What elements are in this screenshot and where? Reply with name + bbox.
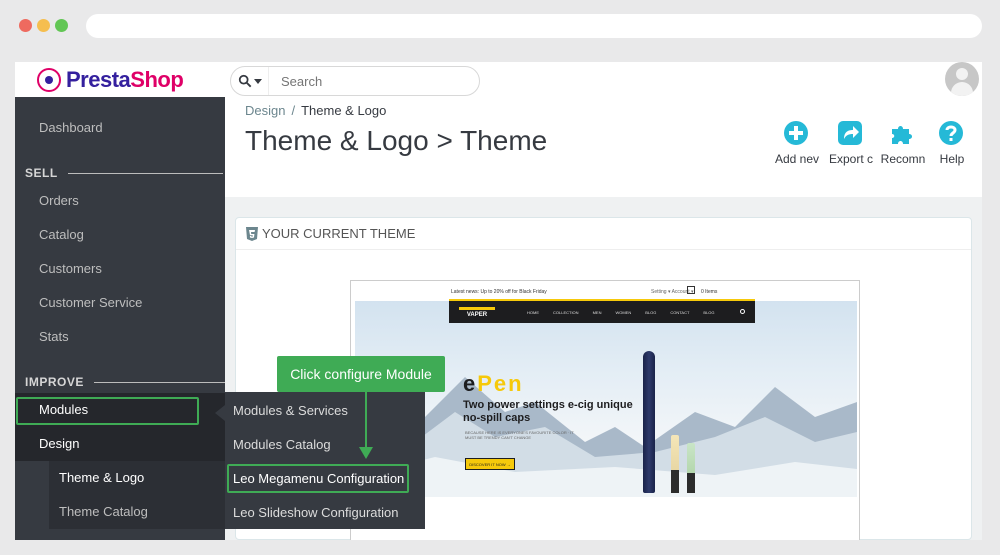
sidebar-subitem-theme-logo[interactable]: Theme & Logo	[49, 461, 225, 495]
maximize-window-button[interactable]	[55, 19, 68, 32]
preview-bottom-strip	[351, 497, 859, 540]
add-new-theme-button[interactable]: Add nev	[771, 120, 821, 166]
sidebar-item-catalog[interactable]: Catalog	[15, 218, 225, 252]
search-input[interactable]	[269, 73, 469, 89]
flyout-item-modules-services[interactable]: Modules & Services	[233, 403, 348, 418]
preview-logo: VAPER	[459, 307, 495, 319]
search-scope-button[interactable]	[231, 67, 269, 95]
sidebar-item-customer-service[interactable]: Customer Service	[15, 286, 225, 320]
sidebar-item-customers[interactable]: Customers	[15, 252, 225, 286]
chevron-down-icon	[253, 78, 262, 84]
recommended-modules-button[interactable]: Recomn	[877, 120, 927, 166]
pod-image	[687, 443, 695, 493]
plus-circle-icon	[784, 121, 808, 145]
breadcrumb: Design / Theme & Logo	[245, 103, 387, 118]
page-title: Theme & Logo > Theme	[245, 125, 548, 156]
cart-icon	[687, 286, 695, 294]
preview-topbar: Latest news: Up to 20% off for Black Fri…	[351, 281, 859, 301]
preview-cta-button: DISCOVER IT NOW →	[465, 458, 515, 470]
html5-icon	[246, 226, 258, 241]
puzzle-icon	[892, 126, 912, 144]
divider	[67, 172, 223, 174]
browser-chrome	[0, 0, 1000, 62]
help-icon	[939, 121, 963, 145]
preview-menu: HOME COLLECTION MEN WOMEN BLOG CONTACT B…	[527, 310, 715, 315]
panel-heading: YOUR CURRENT THEME	[236, 218, 971, 250]
callout-arrow-line	[365, 392, 367, 452]
breadcrumb-current: Theme & Logo	[301, 103, 387, 118]
puffin-logo-icon	[37, 68, 61, 92]
sidebar-item-stats[interactable]: Stats	[15, 320, 225, 354]
close-window-button[interactable]	[19, 19, 32, 32]
share-icon	[838, 121, 862, 145]
sidebar-subitem-theme-catalog[interactable]: Theme Catalog	[49, 495, 225, 529]
flyout-pointer	[215, 405, 225, 421]
help-button[interactable]: Help	[926, 120, 976, 166]
modules-flyout-menu: Modules & Services Modules Catalog Leo M…	[225, 392, 425, 529]
preview-brand: ePen	[463, 371, 524, 396]
preview-navbar: VAPER HOME COLLECTION MEN WOMEN BLOG CON…	[449, 299, 755, 323]
page-header: Design / Theme & Logo Theme & Logo > Theme…	[225, 97, 982, 197]
megamenu-highlight-box	[227, 464, 409, 493]
prestashop-logo[interactable]: PrestaShop	[37, 67, 184, 93]
preview-tagline: Two power settings e-cig unique no-spill…	[463, 399, 633, 424]
arrow-down-icon	[359, 447, 373, 459]
minimize-window-button[interactable]	[37, 19, 50, 32]
top-header: PrestaShop	[15, 62, 982, 97]
address-bar[interactable]	[86, 14, 982, 38]
sidebar: Dashboard SELL Orders Catalog Customers …	[15, 97, 249, 540]
export-theme-button[interactable]: Export c	[825, 120, 875, 166]
sidebar-section-sell: SELL	[25, 166, 223, 180]
sidebar-item-orders[interactable]: Orders	[15, 184, 225, 218]
search-icon	[238, 74, 251, 88]
flyout-item-leo-slideshow-configuration[interactable]: Leo Slideshow Configuration	[233, 505, 399, 520]
search-box	[230, 66, 480, 96]
theme-preview-image: Latest news: Up to 20% off for Black Fri…	[350, 280, 860, 540]
app-window: PrestaShop Dashboard SELL Orders Catalog…	[15, 62, 982, 540]
instruction-callout: Click configure Module	[277, 356, 445, 392]
flyout-item-modules-catalog[interactable]: Modules Catalog	[233, 437, 331, 452]
sidebar-item-design[interactable]: Design	[15, 427, 225, 461]
sidebar-item-dashboard[interactable]: Dashboard	[15, 111, 225, 145]
modules-highlight-box	[16, 397, 199, 425]
sidebar-section-improve: IMPROVE	[25, 375, 249, 389]
preview-subtext: BECAUSE HERE IS EVERYONE'S FAVOURITE COL…	[465, 430, 574, 440]
breadcrumb-design[interactable]: Design	[245, 103, 285, 118]
vape-pen-image	[643, 351, 655, 493]
search-icon	[740, 309, 745, 314]
pod-image	[671, 435, 679, 493]
user-avatar[interactable]	[945, 62, 979, 96]
